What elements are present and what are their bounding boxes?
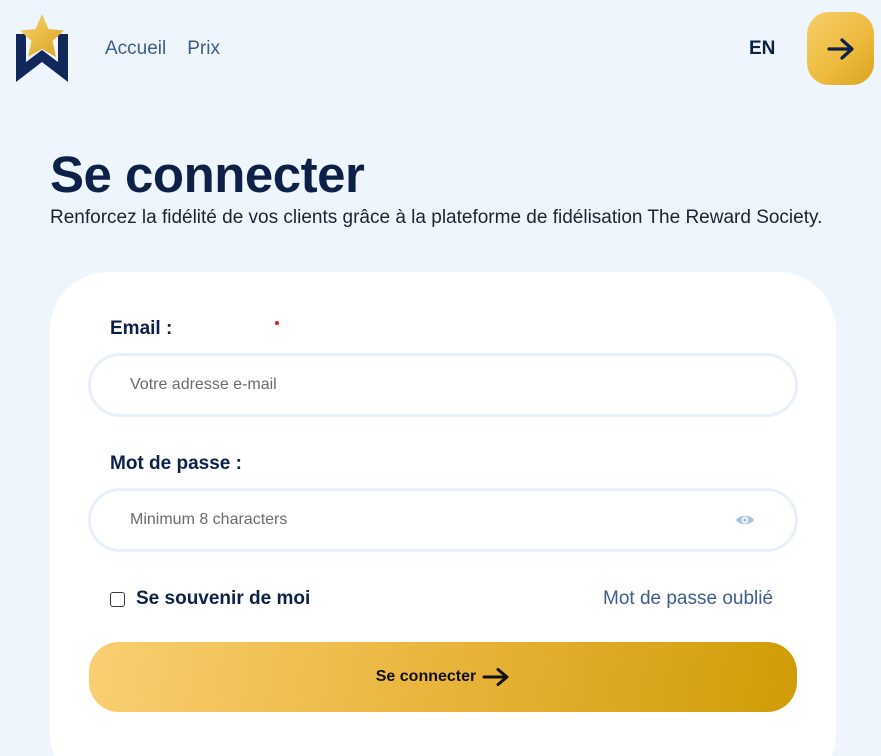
page-subtitle: Renforcez la fidélité de vos clients grâ… bbox=[50, 207, 823, 228]
star-badge-logo-icon[interactable] bbox=[12, 12, 72, 84]
email-label: Email : bbox=[110, 318, 173, 339]
eye-icon[interactable] bbox=[735, 513, 755, 527]
language-switcher[interactable]: EN bbox=[749, 38, 775, 60]
header-arrow-button[interactable] bbox=[807, 12, 874, 85]
email-input[interactable] bbox=[130, 376, 690, 394]
password-input[interactable] bbox=[130, 511, 690, 529]
required-indicator bbox=[275, 321, 279, 325]
remember-me-checkbox[interactable] bbox=[110, 591, 125, 607]
login-page: Accueil Prix EN Se connecter Renforcez l… bbox=[0, 0, 881, 756]
main-nav: Accueil Prix bbox=[105, 38, 220, 60]
remember-me: Se souvenir de moi bbox=[110, 588, 310, 610]
email-field-wrapper bbox=[88, 353, 798, 417]
nav-link-accueil[interactable]: Accueil bbox=[105, 38, 166, 60]
nav-link-prix[interactable]: Prix bbox=[187, 38, 220, 60]
page-title: Se connecter bbox=[50, 146, 365, 203]
password-label: Mot de passe : bbox=[110, 453, 242, 474]
remember-me-label[interactable]: Se souvenir de moi bbox=[136, 588, 310, 610]
login-submit-button[interactable]: Se connecter bbox=[89, 642, 797, 712]
arrow-right-icon bbox=[482, 668, 509, 686]
password-field-wrapper bbox=[88, 488, 798, 552]
forgot-password-link[interactable]: Mot de passe oublié bbox=[603, 588, 773, 610]
submit-label: Se connecter bbox=[375, 668, 477, 685]
arrow-right-icon bbox=[826, 37, 854, 60]
